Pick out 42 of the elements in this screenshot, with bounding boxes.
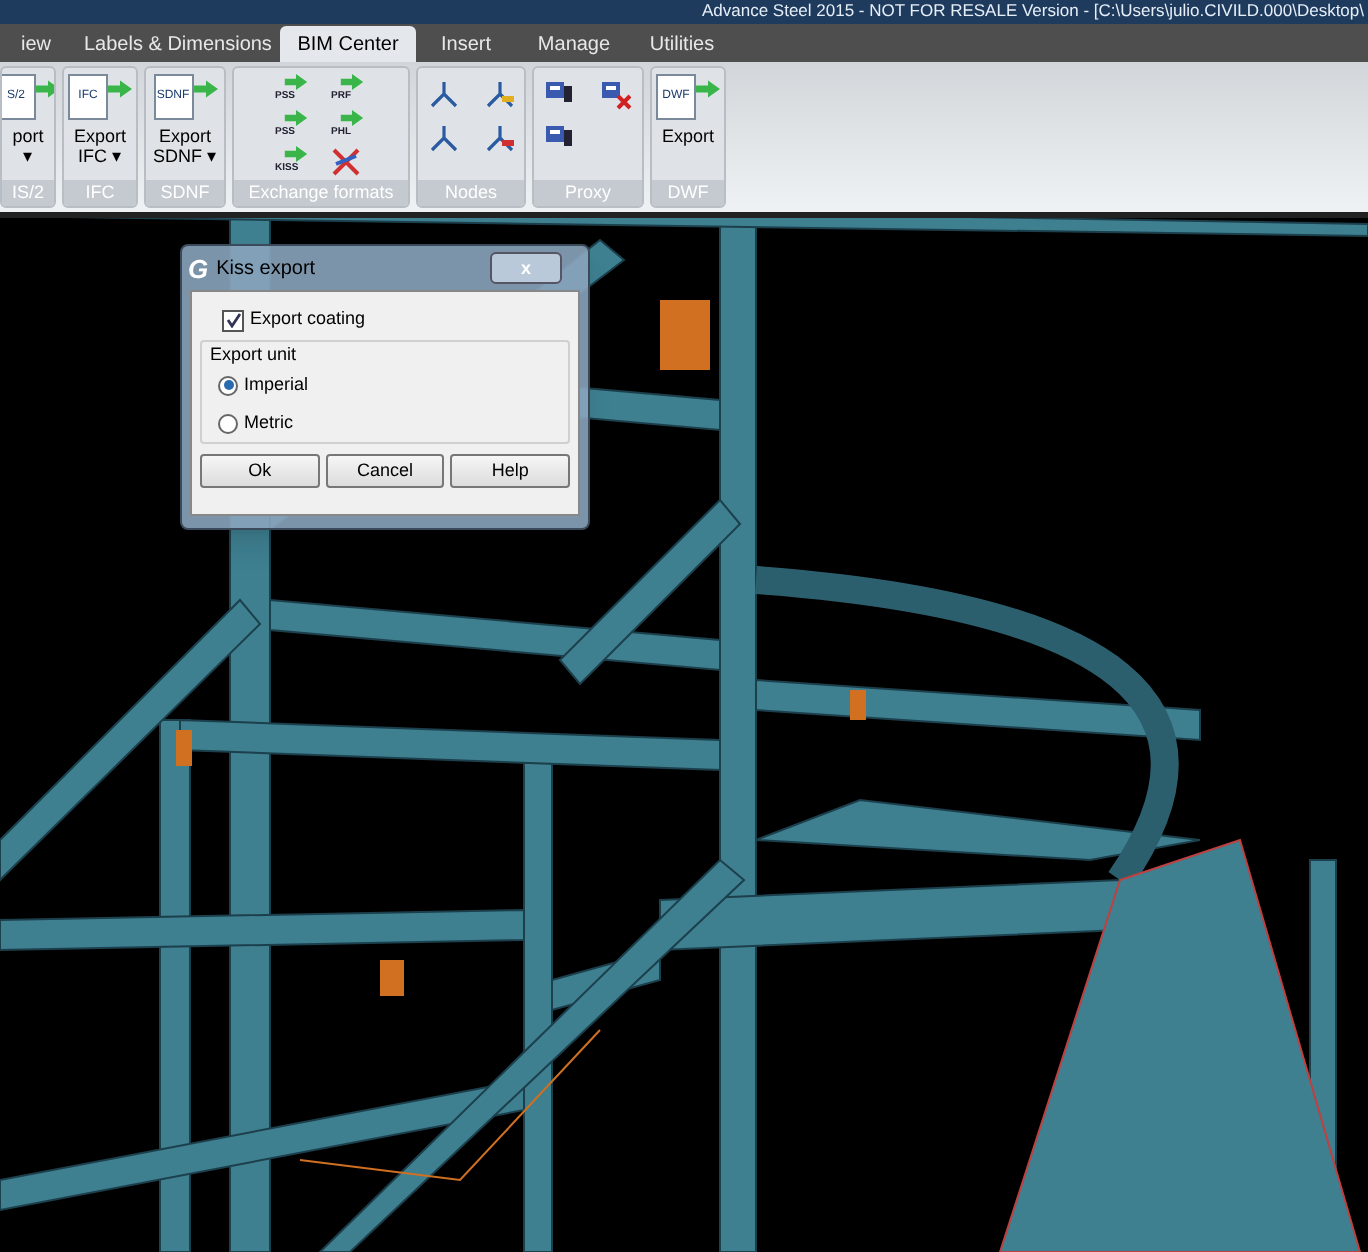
arrow-icon [283, 146, 307, 162]
check-icon [225, 312, 241, 328]
arrow-icon [193, 80, 217, 98]
window-title: Advance Steel 2015 - NOT FOR RESALE Version - [C:\Users\julio.CIVILD.000\Desktop\ [701, 0, 1364, 24]
ribbon-tab[interactable]: Utilities [632, 26, 732, 62]
dialog-title: Kiss export [216, 255, 316, 283]
blocked-icon [331, 148, 359, 176]
group-label: IS/2 [2, 180, 54, 206]
radio-label: Metric [244, 409, 293, 436]
arrow-icon [283, 74, 307, 90]
ribbon-tab[interactable]: Insert [416, 26, 516, 62]
ribbon-tab[interactable]: BIM Center [280, 26, 416, 62]
proxy-tool-button[interactable] [600, 78, 632, 110]
radio-button[interactable] [218, 413, 238, 433]
arrow-icon [339, 74, 363, 90]
dialog-button[interactable]: Cancel [325, 454, 445, 488]
arrow-icon [36, 80, 54, 98]
node-tool-button[interactable] [483, 122, 515, 154]
node-tool-button[interactable] [483, 78, 515, 110]
radio-label: Imperial [244, 371, 309, 398]
checkbox-label: Export coating [250, 306, 366, 333]
arrow-icon [696, 80, 720, 98]
group-label: Proxy [534, 180, 642, 206]
group-label: SDNF [146, 180, 224, 206]
group-label: Exchange formats [234, 180, 408, 206]
arrow-icon [108, 80, 132, 98]
app-logo: G [188, 255, 209, 281]
arrow-icon [339, 110, 363, 126]
checkbox[interactable] [222, 309, 244, 331]
node-tool-button[interactable] [427, 122, 459, 154]
ribbon-tab[interactable]: Manage [516, 26, 632, 62]
ribbon-tab[interactable]: Labels & Dimensions [72, 26, 280, 62]
radio-button[interactable] [218, 375, 238, 395]
group-label: IFC [64, 180, 136, 206]
group-label: DWF [652, 180, 724, 206]
arrow-icon [283, 110, 307, 126]
node-tool-button[interactable] [427, 78, 459, 110]
dialog-button[interactable]: Help [450, 454, 571, 488]
dialog-button[interactable]: Ok [200, 454, 320, 488]
ribbon-tab[interactable]: iew [0, 26, 72, 62]
group-label: Export unit [210, 342, 299, 366]
group-label: Nodes [418, 180, 524, 206]
